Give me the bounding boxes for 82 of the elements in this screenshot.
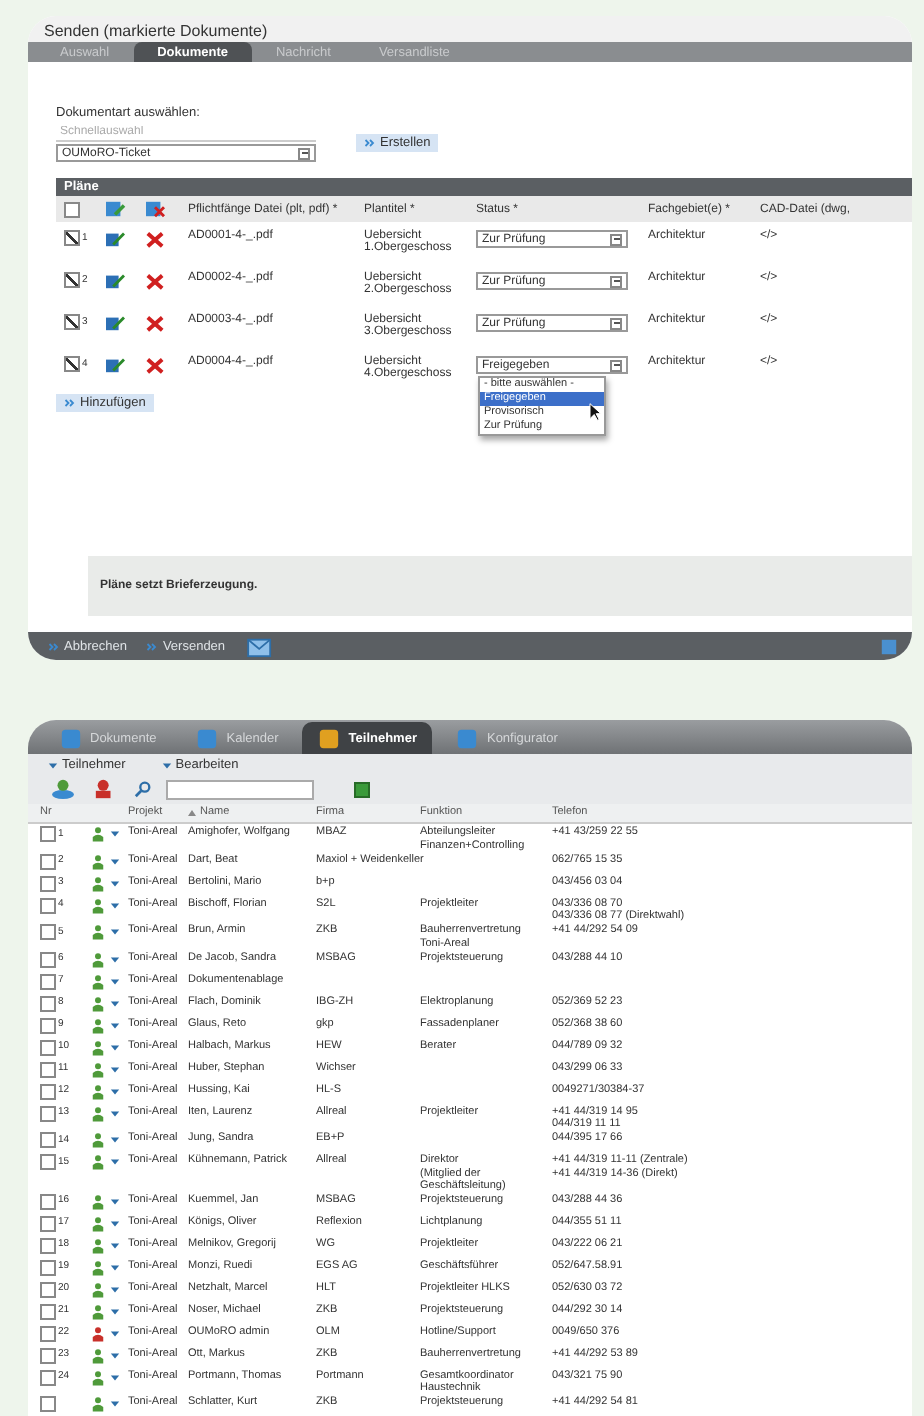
checkbox[interactable] [64, 272, 80, 288]
tab-icon [456, 727, 479, 750]
checkbox[interactable] [40, 1132, 56, 1149]
delete-icon[interactable] [144, 230, 166, 248]
checkbox[interactable] [64, 356, 80, 372]
checkbox[interactable] [40, 1083, 56, 1100]
checkbox[interactable] [40, 1215, 56, 1231]
caret-icon[interactable] [110, 901, 120, 910]
double-chevron-icon [364, 138, 376, 148]
caret-icon[interactable] [110, 955, 120, 964]
caret-icon[interactable] [110, 1158, 120, 1167]
caret-icon[interactable] [110, 1087, 120, 1096]
caret-icon[interactable] [110, 977, 120, 986]
tab-icon [60, 727, 82, 750]
checkbox[interactable] [40, 924, 56, 941]
checkbox[interactable] [40, 1154, 56, 1171]
caret-icon[interactable] [110, 1065, 120, 1074]
search-field[interactable] [166, 779, 314, 800]
add-person-icon[interactable] [48, 778, 78, 801]
checkbox[interactable] [40, 1303, 56, 1319]
caret-icon[interactable] [110, 1351, 120, 1359]
caret-icon[interactable] [110, 1241, 120, 1249]
caret-icon[interactable] [110, 1329, 120, 1337]
document-edit-icon [104, 200, 126, 218]
checkbox[interactable] [64, 201, 80, 217]
checkbox[interactable] [40, 1325, 56, 1341]
checkbox[interactable] [40, 1396, 56, 1413]
delete-icon[interactable] [144, 314, 166, 332]
checkbox[interactable] [40, 1017, 56, 1034]
delete-icon[interactable] [144, 272, 166, 290]
sort-arrow-icon [188, 810, 196, 817]
caret-icon[interactable] [110, 830, 120, 839]
envelope-icon[interactable] [245, 635, 276, 657]
caret-icon[interactable] [110, 1285, 120, 1293]
caret-icon[interactable] [110, 1219, 120, 1227]
document-delete-icon [144, 200, 166, 218]
caret-icon[interactable] [110, 999, 120, 1008]
double-chevron-icon [64, 398, 76, 408]
caret-icon[interactable] [110, 1136, 120, 1145]
caret-icon [48, 761, 58, 770]
caret-icon [161, 761, 172, 770]
search-go-button[interactable] [354, 781, 370, 798]
checkbox[interactable] [64, 230, 80, 246]
caret-icon[interactable] [110, 1043, 120, 1052]
double-chevron-icon [48, 641, 60, 651]
search-icon [132, 780, 154, 799]
checkbox[interactable] [64, 314, 80, 330]
edit-icon[interactable] [104, 272, 126, 290]
tab-icon [318, 727, 341, 750]
caret-icon[interactable] [110, 857, 120, 866]
checkbox[interactable] [40, 951, 56, 968]
checkbox[interactable] [40, 1193, 56, 1209]
caret-icon[interactable] [110, 1373, 120, 1381]
checkbox[interactable] [40, 1369, 56, 1385]
checkbox[interactable] [40, 826, 56, 843]
checkbox[interactable] [40, 897, 56, 914]
edit-icon[interactable] [104, 356, 126, 374]
caret-icon[interactable] [110, 1197, 120, 1205]
checkbox[interactable] [40, 1347, 56, 1363]
dialog-title: Senden (markierte Dokumente) [28, 16, 912, 42]
checkbox[interactable] [40, 1039, 56, 1056]
caret-icon[interactable] [110, 879, 120, 888]
checkbox[interactable] [40, 1105, 56, 1122]
checkbox[interactable] [40, 995, 56, 1012]
checkbox[interactable] [40, 1281, 56, 1297]
checkbox[interactable] [40, 973, 56, 990]
checkbox[interactable] [40, 1259, 56, 1275]
delete-icon[interactable] [144, 356, 166, 374]
double-chevron-icon [146, 641, 159, 651]
caret-icon[interactable] [110, 1400, 120, 1409]
checkbox[interactable] [40, 853, 56, 870]
edit-icon[interactable] [104, 314, 126, 332]
caret-icon[interactable] [110, 1307, 120, 1315]
caret-icon[interactable] [110, 1263, 120, 1271]
caret-icon[interactable] [110, 928, 120, 937]
checkbox[interactable] [40, 1061, 56, 1078]
tab-icon [196, 727, 219, 750]
checkbox[interactable] [40, 875, 56, 892]
caret-icon[interactable] [110, 1021, 120, 1030]
checkbox[interactable] [40, 1237, 56, 1253]
edit-icon[interactable] [104, 230, 126, 248]
caret-icon[interactable] [110, 1109, 120, 1118]
